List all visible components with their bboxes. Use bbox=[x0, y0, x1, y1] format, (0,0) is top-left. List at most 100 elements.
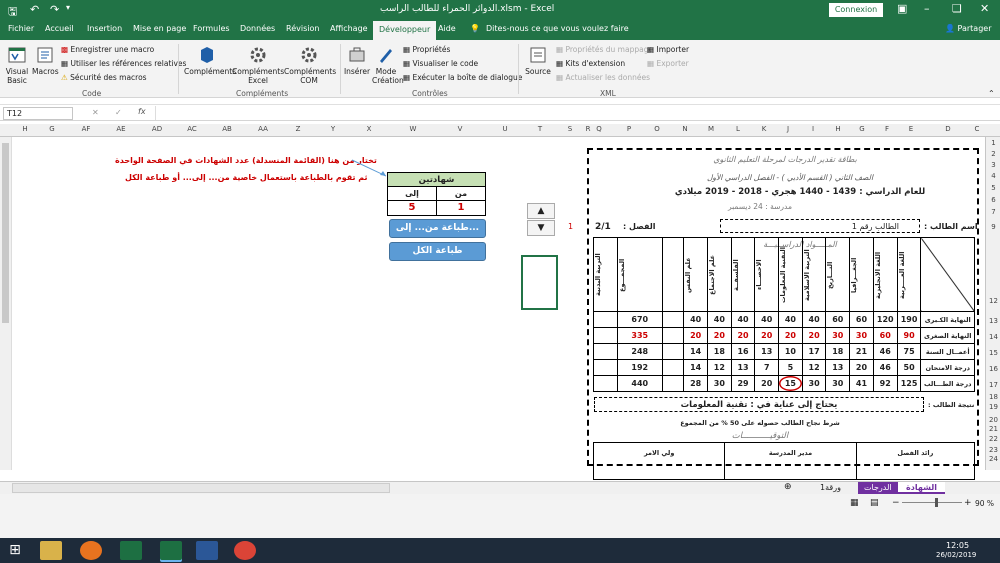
export-button[interactable]: ▦ Exporter bbox=[647, 59, 689, 68]
redo-icon[interactable]: ↷ bbox=[50, 3, 59, 16]
zoom-slider[interactable] bbox=[902, 502, 962, 503]
column-header[interactable]: G bbox=[855, 125, 869, 133]
column-header[interactable]: K bbox=[757, 125, 771, 133]
column-header[interactable]: AC bbox=[182, 125, 202, 133]
minimize-icon[interactable]: – bbox=[924, 2, 930, 15]
start-icon[interactable]: ⊞ bbox=[4, 541, 26, 560]
column-header[interactable]: AE bbox=[111, 125, 131, 133]
tab-insertion[interactable]: Insertion bbox=[87, 24, 122, 33]
tab-aide[interactable]: Aide bbox=[438, 24, 456, 33]
word-icon[interactable] bbox=[196, 541, 218, 560]
spin-down-button[interactable]: ▼ bbox=[527, 220, 555, 236]
view-code-button[interactable]: ▦ Visualiser le code bbox=[403, 59, 478, 68]
certificates-count-select[interactable]: شهادتين bbox=[388, 173, 485, 187]
column-header[interactable]: S bbox=[563, 125, 577, 133]
column-header[interactable]: M bbox=[704, 125, 718, 133]
expansion-packs-button[interactable]: ▦ Kits d'extension bbox=[556, 59, 625, 68]
tab-accueil[interactable]: Accueil bbox=[45, 24, 74, 33]
column-header[interactable]: P bbox=[622, 125, 636, 133]
tab-affichage[interactable]: Affichage bbox=[330, 24, 368, 33]
refresh-data-button[interactable]: ▦ Actualiser les données bbox=[556, 73, 650, 82]
macros-button[interactable]: Macros bbox=[32, 45, 59, 76]
close-icon[interactable]: ✕ bbox=[980, 2, 989, 15]
import-button[interactable]: ▦ Importer bbox=[647, 45, 689, 54]
collapse-ribbon-icon[interactable]: ⌃ bbox=[988, 89, 995, 98]
horizontal-scrollbar[interactable] bbox=[12, 483, 390, 493]
formula-input[interactable] bbox=[155, 106, 985, 120]
sheet-tab-certificate[interactable]: الشهادة bbox=[898, 482, 945, 494]
column-header[interactable]: C bbox=[970, 125, 984, 133]
to-value-input[interactable]: 5 bbox=[388, 201, 437, 215]
row-header[interactable]: 19 bbox=[986, 403, 1000, 411]
column-header[interactable]: J bbox=[781, 125, 795, 133]
page-layout-icon[interactable]: ▦ bbox=[850, 498, 859, 508]
tab-formules[interactable]: Formules bbox=[193, 24, 230, 33]
complements-excel-button[interactable]: Compléments Excel bbox=[232, 45, 284, 85]
name-box[interactable]: T12 bbox=[3, 107, 73, 120]
column-header[interactable]: T bbox=[530, 125, 550, 133]
sheet-tab-grades[interactable]: الدرجات bbox=[858, 482, 898, 494]
enter-icon[interactable]: ✓ bbox=[115, 108, 122, 117]
column-header[interactable]: F bbox=[880, 125, 894, 133]
row-header[interactable]: 22 bbox=[986, 435, 1000, 443]
tell-me-input[interactable]: Dites-nous ce que vous voulez faire bbox=[486, 24, 629, 33]
print-all-button[interactable]: طباعة الكل bbox=[389, 242, 486, 261]
from-value-input[interactable]: 1 bbox=[437, 201, 485, 215]
zoom-slider-thumb[interactable] bbox=[935, 498, 938, 507]
row-header[interactable]: 24 bbox=[986, 455, 1000, 463]
chrome-icon[interactable] bbox=[234, 541, 256, 560]
design-mode-button[interactable]: Mode Création bbox=[372, 45, 404, 85]
tab-mise-en-page[interactable]: Mise en page bbox=[133, 24, 186, 33]
complements-button[interactable]: Compléments bbox=[184, 45, 236, 76]
column-header[interactable]: N bbox=[678, 125, 692, 133]
column-header[interactable]: AF bbox=[76, 125, 96, 133]
row-header[interactable]: 14 bbox=[986, 333, 1000, 341]
customize-quick-access-icon[interactable]: ▾ bbox=[66, 3, 70, 12]
row-header[interactable]: 13 bbox=[986, 317, 1000, 325]
column-header[interactable]: I bbox=[806, 125, 820, 133]
properties-button[interactable]: ▦ Propriétés bbox=[403, 45, 450, 54]
tab-developpeur[interactable]: Développeur bbox=[373, 21, 437, 40]
column-header[interactable]: Y bbox=[323, 125, 343, 133]
zoom-in-icon[interactable]: + bbox=[964, 498, 972, 508]
row-header[interactable]: 23 bbox=[986, 446, 1000, 454]
print-range-button[interactable]: طباعة من... إلى... bbox=[389, 219, 486, 238]
row-header[interactable]: 2 bbox=[986, 150, 1000, 158]
insert-control-button[interactable]: Insérer bbox=[343, 45, 371, 76]
column-header[interactable]: G bbox=[42, 125, 62, 133]
ribbon-display-icon[interactable]: ▣ bbox=[897, 2, 907, 15]
row-header[interactable]: 20 bbox=[986, 416, 1000, 424]
column-header[interactable]: AA bbox=[253, 125, 273, 133]
column-header[interactable]: Z bbox=[288, 125, 308, 133]
excel-icon[interactable] bbox=[120, 541, 142, 560]
row-header[interactable]: 16 bbox=[986, 365, 1000, 373]
row-header[interactable]: 9 bbox=[986, 223, 1000, 231]
column-header[interactable]: H bbox=[15, 125, 35, 133]
add-sheet-icon[interactable]: ⊕ bbox=[784, 482, 792, 492]
column-header[interactable]: L bbox=[731, 125, 745, 133]
row-header[interactable]: 3 bbox=[986, 161, 1000, 169]
row-header[interactable]: 4 bbox=[986, 172, 1000, 180]
firefox-icon[interactable] bbox=[80, 541, 102, 560]
row-header[interactable]: 21 bbox=[986, 425, 1000, 433]
spin-up-button[interactable]: ▲ bbox=[527, 203, 555, 219]
cancel-icon[interactable]: ✕ bbox=[92, 108, 99, 117]
row-header[interactable]: 12 bbox=[986, 297, 1000, 305]
restore-icon[interactable]: ❏ bbox=[952, 2, 962, 15]
row-header[interactable]: 18 bbox=[986, 393, 1000, 401]
visual-basic-button[interactable]: Visual Basic bbox=[4, 45, 30, 85]
column-header[interactable]: E bbox=[904, 125, 918, 133]
row-header[interactable]: 7 bbox=[986, 208, 1000, 216]
excel-active-icon[interactable] bbox=[160, 541, 182, 560]
xml-source-button[interactable]: Source bbox=[523, 45, 553, 76]
column-header[interactable]: U bbox=[495, 125, 515, 133]
file-explorer-icon[interactable] bbox=[40, 541, 62, 560]
sheet-tab-page[interactable]: ورقة1 bbox=[820, 483, 841, 492]
row-header[interactable]: 5 bbox=[986, 184, 1000, 192]
page-break-icon[interactable]: ▤ bbox=[870, 498, 879, 508]
column-header[interactable]: V bbox=[450, 125, 470, 133]
column-header[interactable]: AB bbox=[217, 125, 237, 133]
tab-donnees[interactable]: Données bbox=[240, 24, 275, 33]
vertical-scrollbar[interactable] bbox=[0, 137, 12, 470]
row-header[interactable]: 1 bbox=[986, 139, 1000, 147]
